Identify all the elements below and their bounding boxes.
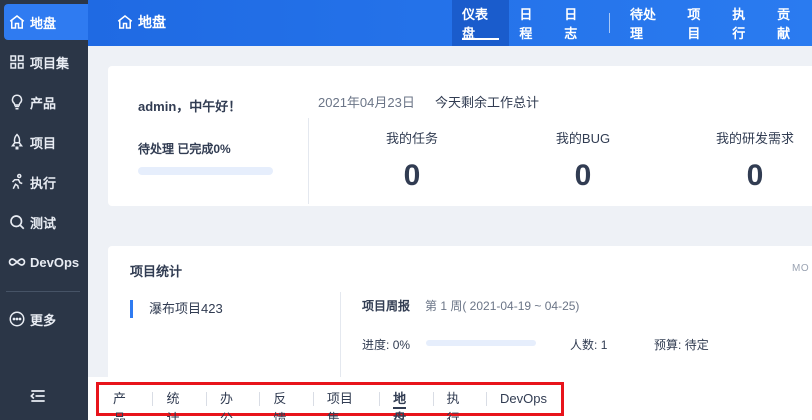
bottom-tab-office[interactable]: 办公 (205, 389, 259, 420)
app-tab-bar: 产品 统计 办公 反馈 项目集 地盘 执行 DevOps (96, 382, 564, 420)
bottom-tab-execution[interactable]: 执行 (432, 389, 486, 420)
home-icon (9, 15, 25, 29)
stat-value: 0 (574, 159, 592, 192)
welcome-card: admin，中午好！ 待处理 已完成0% 2021年04月23日 今天剩余工作总… (108, 66, 812, 206)
project-progress-bar (426, 340, 536, 346)
greeting-text: admin，中午好！ (138, 99, 242, 114)
magnifier-icon (10, 215, 25, 230)
more-dots-icon (9, 311, 25, 327)
sidebar-item-execution[interactable]: 执行 (0, 164, 88, 200)
stat-value: 0 (403, 159, 421, 192)
nav-separator (609, 13, 611, 33)
stat-label: 我的BUG (555, 131, 611, 146)
grid-icon (10, 55, 24, 69)
tab-log[interactable]: 日志 (554, 0, 599, 46)
stat-label: 我的任务 (385, 131, 438, 146)
tab-project[interactable]: 项目 (677, 0, 722, 46)
sidebar-item-product[interactable]: 产品 (0, 84, 88, 120)
sidebar-item-label: DevOps (30, 254, 80, 270)
weekly-report-value: 第 1 周( 2021-04-19 ~ 04-25) (425, 299, 580, 313)
divider (308, 118, 309, 204)
header-nav: 仪表盘 日程 日志 待处理 项目 执行 贡献 (452, 0, 812, 46)
progress-text: 进度: 0% (362, 338, 411, 352)
tab-contribute[interactable]: 贡献 (767, 0, 812, 46)
tab-dashboard[interactable]: 仪表盘 (452, 0, 510, 46)
header-title: 地盘 (116, 12, 166, 32)
rocket-icon (11, 133, 23, 150)
lightbulb-icon (11, 94, 23, 110)
tab-execution[interactable]: 执行 (722, 0, 767, 46)
bottom-tab-devops[interactable]: DevOps (486, 389, 561, 409)
budget-value: 预算: 待定 (654, 338, 709, 352)
bottom-tab-feedback[interactable]: 反馈 (259, 389, 312, 420)
stat-label: 我的研发需求 (715, 131, 794, 146)
bottom-tab-product[interactable]: 产品 (99, 389, 152, 420)
pending-text: 待处理 已完成0% (138, 142, 231, 156)
section-title: 项目统计 (130, 264, 183, 279)
sidebar-item-label: 项目 (30, 135, 57, 151)
project-list-item[interactable]: 瀑布项目423 (130, 300, 223, 318)
more-link[interactable]: MO (792, 263, 809, 274)
sidebar-item-label: 测试 (30, 215, 57, 231)
tab-todo[interactable]: 待处理 (620, 0, 677, 46)
running-icon (11, 173, 23, 190)
sidebar-item-label: 执行 (30, 175, 57, 191)
stat-my-bugs[interactable]: 我的BUG 0 (523, 128, 643, 193)
collapse-menu-icon[interactable] (28, 386, 48, 406)
sidebar-item-program[interactable]: 项目集 (0, 44, 88, 80)
sidebar-item-label: 更多 (30, 312, 57, 328)
sidebar-item-project[interactable]: 项目 (0, 124, 88, 160)
people-count: 人数: 1 (570, 338, 608, 352)
stat-my-stories[interactable]: 我的研发需求 0 (695, 128, 812, 193)
sidebar-item-devops[interactable]: DevOps (0, 244, 88, 280)
pending-progress-bar (138, 167, 273, 175)
sidebar-item-label: 产品 (30, 95, 57, 111)
tab-calendar[interactable]: 日程 (509, 0, 554, 46)
today-date: 2021年04月23日 (318, 95, 415, 110)
infinity-icon (8, 258, 26, 266)
sidebar-item-label: 地盘 (30, 15, 57, 31)
summary-title: 今天剩余工作总计 (435, 95, 540, 110)
sidebar-item-test[interactable]: 测试 (0, 204, 88, 240)
sidebar-item-more[interactable]: 更多 (0, 301, 88, 337)
top-header: 地盘 仪表盘 日程 日志 待处理 项目 执行 贡献 (88, 0, 812, 46)
bottom-tab-dashboard[interactable]: 地盘 (379, 389, 432, 420)
sidebar-item-label: 项目集 (30, 55, 70, 71)
bottom-tab-program[interactable]: 项目集 (312, 389, 379, 420)
sidebar: 地盘 项目集 产品 项目 执行 测试 DevOps 更多 (0, 0, 108, 420)
sidebar-divider (6, 291, 80, 292)
bottom-tab-statistics[interactable]: 统计 (152, 389, 205, 420)
stat-my-tasks[interactable]: 我的任务 0 (352, 128, 472, 193)
home-icon (117, 15, 133, 29)
stat-value: 0 (746, 159, 764, 192)
weekly-report-label: 项目周报 (362, 299, 411, 313)
